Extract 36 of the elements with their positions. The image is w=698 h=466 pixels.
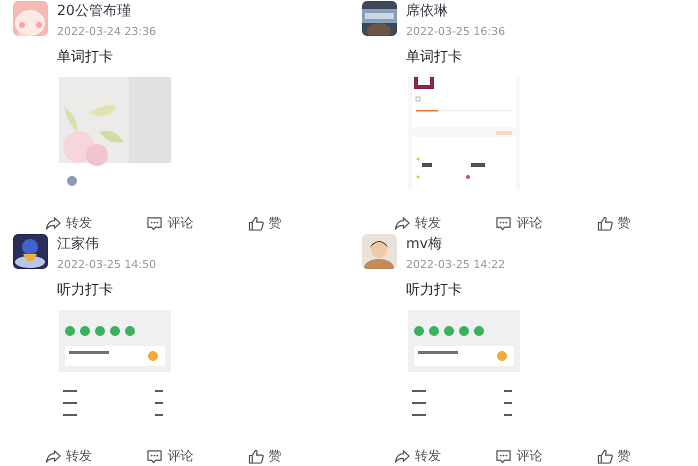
user-name[interactable]: mv梅 bbox=[406, 234, 506, 254]
share-icon bbox=[45, 448, 62, 464]
comment-button[interactable]: 评论 bbox=[146, 447, 248, 465]
like-button[interactable]: 赞 bbox=[248, 214, 349, 232]
post-title: 单词打卡 bbox=[57, 48, 113, 67]
comment-icon bbox=[146, 216, 164, 230]
thumbs-up-icon bbox=[248, 448, 265, 464]
share-button[interactable]: 转发 bbox=[394, 447, 496, 465]
like-button[interactable]: 赞 bbox=[596, 214, 698, 232]
comment-button[interactable]: 评论 bbox=[146, 214, 248, 232]
thumbs-up-icon bbox=[596, 448, 614, 464]
post-time: 2022-03-25 16:36 bbox=[406, 24, 506, 40]
post-title: 听力打卡 bbox=[406, 281, 462, 300]
comment-icon bbox=[146, 448, 164, 464]
post-title: 听力打卡 bbox=[57, 281, 113, 300]
like-button[interactable]: 赞 bbox=[248, 447, 349, 465]
comment-button[interactable]: 评论 bbox=[495, 447, 597, 465]
share-icon bbox=[394, 448, 411, 464]
share-button[interactable]: 转发 bbox=[394, 214, 496, 232]
user-name[interactable]: 江家伟 bbox=[57, 234, 156, 254]
post-time: 2022-03-24 23:36 bbox=[57, 24, 156, 40]
post-time: 2022-03-25 14:50 bbox=[57, 257, 156, 273]
thumbs-up-icon bbox=[596, 216, 614, 230]
comment-button[interactable]: 评论 bbox=[495, 214, 597, 232]
share-button[interactable]: 转发 bbox=[45, 214, 146, 232]
post-time: 2022-03-25 14:22 bbox=[406, 257, 506, 273]
like-button[interactable]: 赞 bbox=[596, 447, 698, 465]
comment-icon bbox=[495, 448, 512, 464]
user-name[interactable]: 席依琳 bbox=[406, 1, 506, 21]
comment-icon bbox=[495, 216, 512, 230]
user-name[interactable]: 20公管布瑾 bbox=[57, 1, 156, 21]
share-button[interactable]: 转发 bbox=[45, 447, 146, 465]
share-icon bbox=[45, 216, 62, 230]
thumbs-up-icon bbox=[248, 216, 265, 230]
post-title: 单词打卡 bbox=[406, 48, 462, 67]
share-icon bbox=[394, 216, 411, 230]
